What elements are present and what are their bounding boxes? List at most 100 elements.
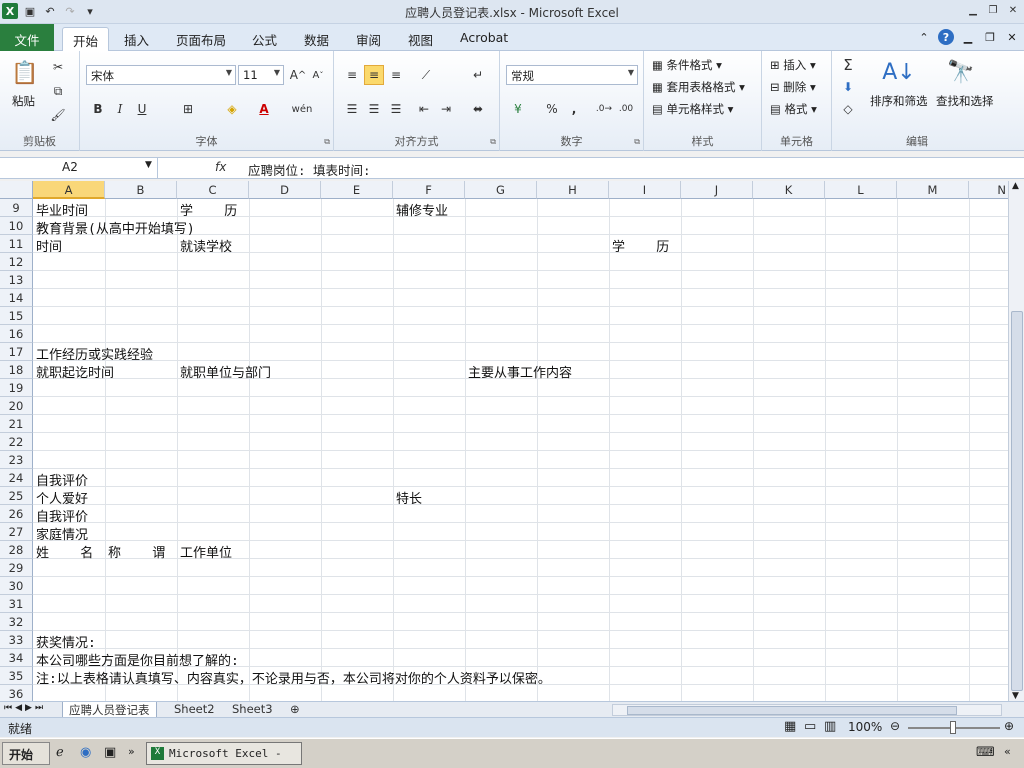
row-header[interactable]: 24 bbox=[0, 469, 33, 487]
row-header[interactable]: 29 bbox=[0, 559, 33, 577]
cell-a17[interactable]: 工作经历或实践经验 bbox=[36, 343, 153, 363]
column-header[interactable]: L bbox=[825, 181, 897, 199]
worksheet-grid[interactable]: A B C D E F G H I J K L M N 9 10 11 12 1… bbox=[0, 181, 1024, 701]
align-middle-icon[interactable]: ≡ bbox=[364, 65, 384, 85]
help-icon[interactable]: ? bbox=[938, 29, 954, 45]
cell-c28[interactable]: 工作单位 bbox=[180, 541, 232, 561]
column-header[interactable]: H bbox=[537, 181, 609, 199]
tab-acrobat[interactable]: Acrobat bbox=[450, 27, 518, 51]
cell-a9[interactable]: 毕业时间 bbox=[36, 199, 88, 219]
sheet-tab-active[interactable]: 应聘人员登记表 bbox=[62, 702, 157, 718]
row-header[interactable]: 10 bbox=[0, 217, 33, 235]
column-header[interactable]: D bbox=[249, 181, 321, 199]
taskbar-excel-item[interactable]: X Microsoft Excel - ... bbox=[146, 742, 302, 768]
row-header[interactable]: 15 bbox=[0, 307, 33, 325]
merge-center-icon[interactable]: ⬌ bbox=[468, 99, 488, 119]
new-sheet-icon[interactable]: ⊕ bbox=[284, 702, 306, 718]
column-header[interactable]: M bbox=[897, 181, 969, 199]
scroll-down-icon[interactable]: ▼ bbox=[1012, 691, 1019, 701]
row-header[interactable]: 31 bbox=[0, 595, 33, 613]
paste-button[interactable]: 粘贴 bbox=[12, 93, 35, 109]
cell-c11[interactable]: 就读学校 bbox=[180, 235, 232, 255]
format-as-table-button[interactable]: ▦ 套用表格格式 ▾ bbox=[652, 79, 745, 95]
underline-button[interactable]: U bbox=[132, 99, 152, 119]
row-header[interactable]: 34 bbox=[0, 649, 33, 667]
align-center-icon[interactable]: ☰ bbox=[364, 99, 384, 119]
conditional-format-button[interactable]: ▦ 条件格式 ▾ bbox=[652, 57, 722, 73]
row-header[interactable]: 26 bbox=[0, 505, 33, 523]
zoom-out-icon[interactable]: ⊖ bbox=[890, 719, 900, 733]
sort-filter-button[interactable]: 排序和筛选 bbox=[870, 93, 928, 109]
insert-cells-button[interactable]: ⊞ 插入 ▾ bbox=[770, 57, 816, 73]
fill-icon[interactable]: ⬇ bbox=[838, 77, 858, 97]
font-size-combo[interactable]: 11 ▼ bbox=[238, 65, 284, 85]
number-launcher-icon[interactable]: ⧉ bbox=[634, 137, 640, 147]
cell-f25[interactable]: 特长 bbox=[396, 487, 422, 507]
cell-i11[interactable]: 学 历 bbox=[612, 235, 669, 255]
cut-icon[interactable]: ✂ bbox=[48, 57, 68, 77]
delete-cells-button[interactable]: ⊟ 删除 ▾ bbox=[770, 79, 816, 95]
tab-data[interactable]: 数据 bbox=[294, 27, 339, 51]
column-header[interactable]: N bbox=[969, 181, 1009, 199]
column-header[interactable]: K bbox=[753, 181, 825, 199]
cell-a25[interactable]: 个人爱好 bbox=[36, 487, 88, 507]
column-header[interactable]: J bbox=[681, 181, 753, 199]
minimize-icon[interactable]: ▁ bbox=[966, 3, 980, 17]
row-header[interactable]: 14 bbox=[0, 289, 33, 307]
cell-c9[interactable]: 学 历 bbox=[180, 199, 237, 219]
number-format-combo[interactable]: 常规 ▼ bbox=[506, 65, 638, 85]
column-header[interactable]: I bbox=[609, 181, 681, 199]
row-header[interactable]: 33 bbox=[0, 631, 33, 649]
align-left-icon[interactable]: ☰ bbox=[342, 99, 362, 119]
cell-styles-button[interactable]: ▤ 单元格样式 ▾ bbox=[652, 101, 733, 117]
cell-a26[interactable]: 自我评价 bbox=[36, 505, 88, 525]
page-break-view-icon[interactable]: ▥ bbox=[824, 719, 836, 734]
tab-file[interactable]: 文件 bbox=[0, 24, 54, 51]
keyboard-tray-icon[interactable]: ⌨ bbox=[976, 745, 995, 760]
name-box[interactable]: A2 ▼ bbox=[0, 158, 158, 178]
formula-input[interactable]: 应聘岗位: 填表时间: bbox=[248, 160, 371, 179]
clear-icon[interactable]: ◇ bbox=[838, 99, 858, 119]
cell-a34[interactable]: 本公司哪些方面是你目前想了解的: bbox=[36, 649, 239, 669]
chevron-down-icon[interactable]: ▼ bbox=[145, 160, 152, 170]
tab-formulas[interactable]: 公式 bbox=[242, 27, 287, 51]
font-color-icon[interactable]: A bbox=[254, 99, 274, 119]
cell-a27[interactable]: 家庭情况 bbox=[36, 523, 88, 543]
alignment-launcher-icon[interactable]: ⧉ bbox=[490, 137, 496, 147]
bold-button[interactable]: B bbox=[88, 99, 108, 119]
cell-a11[interactable]: 时间 bbox=[36, 235, 62, 255]
increase-indent-icon[interactable]: ⇥ bbox=[436, 99, 456, 119]
select-all-corner[interactable] bbox=[0, 181, 33, 199]
cell-a33[interactable]: 获奖情况: bbox=[36, 631, 96, 651]
column-header[interactable]: G bbox=[465, 181, 537, 199]
cell-a28[interactable]: 姓 名 bbox=[36, 541, 93, 561]
insert-function-button[interactable]: fx bbox=[215, 160, 226, 174]
quick-launch-more-icon[interactable]: » bbox=[128, 745, 135, 758]
tab-view[interactable]: 视图 bbox=[398, 27, 443, 51]
zoom-level[interactable]: 100% bbox=[848, 720, 882, 734]
row-header[interactable]: 9 bbox=[0, 199, 33, 217]
row-header[interactable]: 22 bbox=[0, 433, 33, 451]
page-layout-view-icon[interactable]: ▭ bbox=[804, 719, 816, 734]
column-header[interactable]: C bbox=[177, 181, 249, 199]
zoom-slider-handle[interactable] bbox=[950, 721, 956, 734]
doc-minimize-icon[interactable]: ▁ bbox=[960, 29, 976, 45]
restore-icon[interactable]: ❐ bbox=[986, 3, 1000, 17]
row-header[interactable]: 19 bbox=[0, 379, 33, 397]
align-bottom-icon[interactable]: ≡ bbox=[386, 65, 406, 85]
cell-a35[interactable]: 注:以上表格请认真填写、内容真实，不论录用与否，本公司将对你的个人资料予以保密。 bbox=[36, 667, 551, 687]
row-header[interactable]: 13 bbox=[0, 271, 33, 289]
row-header[interactable]: 36 bbox=[0, 685, 33, 701]
collapse-ribbon-icon[interactable]: ⌃ bbox=[916, 29, 932, 45]
paste-icon[interactable]: 📋 bbox=[10, 57, 40, 89]
row-header[interactable]: 17 bbox=[0, 343, 33, 361]
wrap-text-icon[interactable]: ↵ bbox=[468, 65, 488, 85]
format-cells-button[interactable]: ▤ 格式 ▾ bbox=[770, 101, 817, 117]
format-painter-icon[interactable]: 🖌 bbox=[48, 105, 68, 125]
vertical-scroll-thumb[interactable] bbox=[1011, 311, 1023, 691]
quick-launch-ie-icon[interactable]: ℯ bbox=[56, 745, 64, 760]
column-header[interactable]: E bbox=[321, 181, 393, 199]
tab-home[interactable]: 开始 bbox=[62, 27, 110, 51]
row-header[interactable]: 25 bbox=[0, 487, 33, 505]
doc-close-icon[interactable]: ✕ bbox=[1004, 29, 1020, 45]
